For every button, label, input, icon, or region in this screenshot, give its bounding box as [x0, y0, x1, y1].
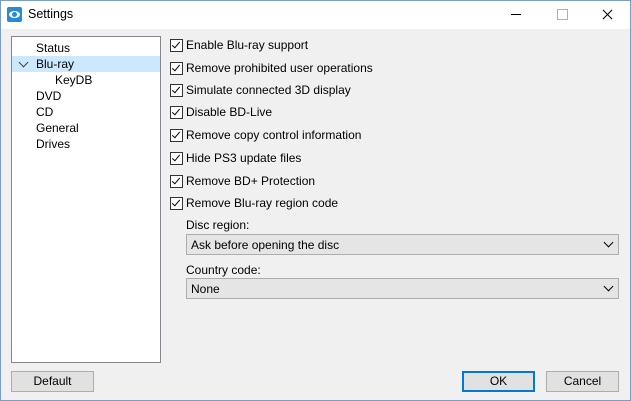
checkbox[interactable]	[170, 62, 183, 75]
disc-region-label: Disc region:	[186, 218, 250, 232]
sidebar-item-label: CD	[36, 105, 54, 119]
checkbox[interactable]	[170, 152, 183, 165]
minimize-icon[interactable]	[493, 1, 539, 29]
checkbox[interactable]	[170, 106, 183, 119]
sidebar-item-label: General	[36, 121, 79, 135]
checkbox[interactable]	[170, 39, 183, 52]
option-label: Enable Blu-ray support	[186, 38, 309, 52]
option-label: Hide PS3 update files	[186, 151, 302, 165]
option-label: Remove Blu-ray region code	[186, 196, 339, 210]
cancel-button[interactable]: Cancel	[546, 371, 619, 392]
country-code-select[interactable]: None	[186, 278, 619, 299]
disc-region-value: Ask before opening the disc	[191, 238, 340, 252]
sidebar-item-label: Status	[36, 41, 71, 55]
sidebar-item-blu-ray[interactable]: Blu-ray	[12, 56, 160, 72]
option-label: Remove prohibited user operations	[186, 61, 373, 75]
title-bar[interactable]: Settings	[1, 1, 630, 29]
sidebar-item-label: Blu-ray	[36, 57, 75, 71]
chevron-down-icon	[603, 281, 614, 292]
checkbox[interactable]	[170, 84, 183, 97]
option-label: Simulate connected 3D display	[186, 83, 351, 97]
chevron-down-icon	[603, 237, 614, 248]
app-eye-icon	[7, 7, 22, 22]
chevron-down-icon[interactable]	[18, 57, 29, 68]
sidebar-item-label: DVD	[36, 89, 62, 103]
country-code-value: None	[191, 282, 220, 296]
option-label: Remove copy control information	[186, 128, 362, 142]
settings-window: Settings Status Blu-ray KeyDB DVD CD Gen…	[0, 0, 631, 401]
window-title: Settings	[28, 7, 74, 21]
ok-button[interactable]: OK	[462, 371, 535, 392]
close-icon[interactable]	[584, 1, 630, 29]
checkbox[interactable]	[170, 129, 183, 142]
option-label: Disable BD-Live	[186, 105, 273, 119]
checkbox[interactable]	[170, 175, 183, 188]
sidebar-item-label: Drives	[36, 137, 71, 151]
disc-region-select[interactable]: Ask before opening the disc	[186, 234, 619, 255]
sidebar-item-label: KeyDB	[55, 73, 93, 87]
maximize-icon[interactable]	[539, 1, 585, 29]
option-label: Remove BD+ Protection	[186, 174, 316, 188]
country-code-label: Country code:	[186, 263, 261, 277]
checkbox[interactable]	[170, 197, 183, 210]
default-button[interactable]: Default	[11, 371, 94, 392]
settings-tree[interactable]: Status Blu-ray KeyDB DVD CD General Driv…	[11, 36, 161, 363]
